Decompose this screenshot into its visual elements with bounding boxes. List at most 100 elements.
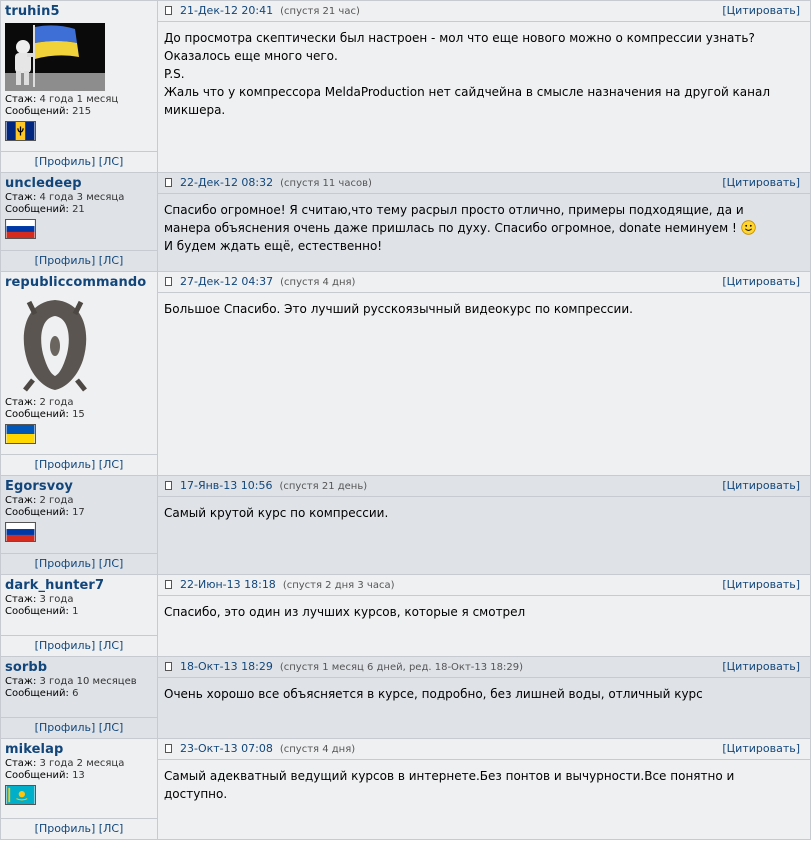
messages-value: 17	[72, 507, 85, 518]
post-date[interactable]: 21-Дек-12 20:41	[180, 4, 273, 17]
post-date-link[interactable]: 23-Окт-13 07:08 (спустя 4 дня)	[180, 739, 355, 759]
post-text-line: Спасибо, это один из лучших курсов, кото…	[164, 605, 526, 619]
post-body: Спасибо, это один из лучших курсов, кото…	[158, 596, 810, 621]
messages-stat: Сообщений: 17	[1, 507, 157, 519]
experience-value: 3 года	[39, 594, 74, 605]
messages-label: Сообщений:	[5, 688, 69, 699]
profile-links: [Профиль] [ЛС]	[1, 250, 157, 271]
post-body: До просмотра скептически был настроен - …	[158, 22, 810, 119]
pm-link[interactable]: [ЛС]	[99, 822, 124, 835]
pm-link[interactable]: [ЛС]	[99, 721, 124, 734]
messages-stat: Сообщений: 215	[1, 106, 157, 118]
pm-link[interactable]: [ЛС]	[99, 557, 124, 570]
post-text-line: Очень хорошо все объясняется в курсе, по…	[164, 687, 703, 701]
post-body: Очень хорошо все объясняется в курсе, по…	[158, 678, 810, 703]
post-date-link[interactable]: 22-Июн-13 18:18 (спустя 2 дня 3 часа)	[180, 575, 394, 595]
post-content: 22-Дек-12 08:32 (спустя 11 часов) [Цитир…	[158, 173, 811, 271]
messages-label: Сообщений:	[5, 770, 69, 781]
post-date[interactable]: 17-Янв-13 10:56	[180, 479, 272, 492]
post-date-link[interactable]: 17-Янв-13 10:56 (спустя 21 день)	[180, 476, 367, 496]
post-text-line: доступно.	[164, 787, 228, 801]
post-text-line: P.S.	[164, 67, 185, 81]
username-link[interactable]: uncledeep	[1, 173, 157, 192]
post-ago: (спустя 2 дня 3 часа)	[282, 580, 395, 591]
username-link[interactable]: republiccommando	[1, 272, 157, 291]
quote-button[interactable]: [Цитировать]	[722, 657, 800, 676]
messages-label: Сообщений:	[5, 106, 69, 117]
quote-button[interactable]: [Цитировать]	[722, 739, 800, 758]
post-date[interactable]: 23-Окт-13 07:08	[180, 742, 273, 755]
post-author-panel: republiccommando Стаж: 2 года Сообщений:…	[0, 272, 158, 475]
profile-link[interactable]: [Профиль]	[35, 721, 96, 734]
post-author-panel: uncledeep Стаж: 4 года 3 месяца Сообщени…	[0, 173, 158, 271]
post-date[interactable]: 27-Дек-12 04:37	[180, 275, 273, 288]
post-content: 18-Окт-13 18:29 (спустя 1 месяц 6 дней, …	[158, 657, 811, 738]
quote-button[interactable]: [Цитировать]	[722, 272, 800, 291]
experience-label: Стаж:	[5, 594, 37, 605]
post-text-line: Жаль что у компрессора MeldaProduction н…	[164, 85, 771, 99]
pm-link[interactable]: [ЛС]	[99, 254, 124, 267]
post: uncledeep Стаж: 4 года 3 месяца Сообщени…	[0, 173, 811, 272]
post-date[interactable]: 22-Дек-12 08:32	[180, 176, 273, 189]
post-icon	[165, 481, 172, 490]
experience-value: 2 года	[39, 495, 74, 506]
post: mikelap Стаж: 3 года 2 месяца Сообщений:…	[0, 739, 811, 840]
post-icon	[165, 744, 172, 753]
profile-link[interactable]: [Профиль]	[35, 458, 96, 471]
barbados-flag-icon	[5, 121, 36, 141]
post-header: 22-Дек-12 08:32 (спустя 11 часов) [Цитир…	[158, 173, 810, 194]
experience-stat: Стаж: 3 года 10 месяцев	[1, 676, 157, 688]
username-link[interactable]: Egorsvoy	[1, 476, 157, 495]
post-text-line: Самый крутой курс по компрессии.	[164, 506, 389, 520]
quote-button[interactable]: [Цитировать]	[722, 476, 800, 495]
messages-value: 6	[72, 688, 79, 699]
username-link[interactable]: sorbb	[1, 657, 157, 676]
post-date-link[interactable]: 21-Дек-12 20:41 (спустя 21 час)	[180, 1, 360, 21]
username-link[interactable]: truhin5	[1, 1, 157, 20]
experience-stat: Стаж: 4 года 3 месяца	[1, 192, 157, 204]
profile-link[interactable]: [Профиль]	[35, 822, 96, 835]
profile-link[interactable]: [Профиль]	[35, 155, 96, 168]
post-date[interactable]: 22-Июн-13 18:18	[180, 578, 276, 591]
post-author-panel: Egorsvoy Стаж: 2 года Сообщений: 17 [Про…	[0, 476, 158, 574]
pm-link[interactable]: [ЛС]	[99, 639, 124, 652]
quote-button[interactable]: [Цитировать]	[722, 575, 800, 594]
profile-links: [Профиль] [ЛС]	[1, 553, 157, 574]
messages-stat: Сообщений: 13	[1, 770, 157, 782]
pm-link[interactable]: [ЛС]	[99, 155, 124, 168]
post-header: 22-Июн-13 18:18 (спустя 2 дня 3 часа) [Ц…	[158, 575, 810, 596]
post-text-line: Самый адекватный ведущий курсов в интерн…	[164, 769, 735, 783]
profile-links: [Профиль] [ЛС]	[1, 818, 157, 839]
post-icon	[165, 6, 172, 15]
pm-link[interactable]: [ЛС]	[99, 458, 124, 471]
profile-links: [Профиль] [ЛС]	[1, 454, 157, 475]
post-content: 27-Дек-12 04:37 (спустя 4 дня) [Цитирова…	[158, 272, 811, 475]
messages-value: 15	[72, 409, 85, 420]
post-icon	[165, 178, 172, 187]
experience-label: Стаж:	[5, 676, 37, 687]
post-date-link[interactable]: 22-Дек-12 08:32 (спустя 11 часов)	[180, 173, 372, 193]
post-body: Самый крутой курс по компрессии.	[158, 497, 810, 522]
post-text-line: И будем ждать ещё, естественно!	[164, 239, 383, 253]
post-date-link[interactable]: 27-Дек-12 04:37 (спустя 4 дня)	[180, 272, 355, 292]
quote-button[interactable]: [Цитировать]	[722, 173, 800, 192]
ukraine-flag-icon	[5, 424, 36, 444]
profile-link[interactable]: [Профиль]	[35, 639, 96, 652]
messages-value: 1	[72, 606, 79, 617]
post-ago: (спустя 4 дня)	[279, 744, 356, 755]
username-link[interactable]: dark_hunter7	[1, 575, 157, 594]
messages-value: 215	[72, 106, 92, 117]
post-text-line: Большое Спасибо. Это лучший русскоязычны…	[164, 302, 633, 316]
profile-links: [Профиль] [ЛС]	[1, 151, 157, 172]
post-date-link[interactable]: 18-Окт-13 18:29 (спустя 1 месяц 6 дней, …	[180, 657, 523, 677]
post-date[interactable]: 18-Окт-13 18:29	[180, 660, 273, 673]
post-author-panel: truhin5 Стаж: 4 года 1 месяц Сообщений: …	[0, 1, 158, 172]
post-author-panel: mikelap Стаж: 3 года 2 месяца Сообщений:…	[0, 739, 158, 839]
post: Egorsvoy Стаж: 2 года Сообщений: 17 [Про…	[0, 476, 811, 575]
profile-link[interactable]: [Профиль]	[35, 557, 96, 570]
profile-link[interactable]: [Профиль]	[35, 254, 96, 267]
experience-label: Стаж:	[5, 495, 37, 506]
username-link[interactable]: mikelap	[1, 739, 157, 758]
quote-button[interactable]: [Цитировать]	[722, 1, 800, 20]
post-text-line: До просмотра скептически был настроен - …	[164, 31, 755, 45]
